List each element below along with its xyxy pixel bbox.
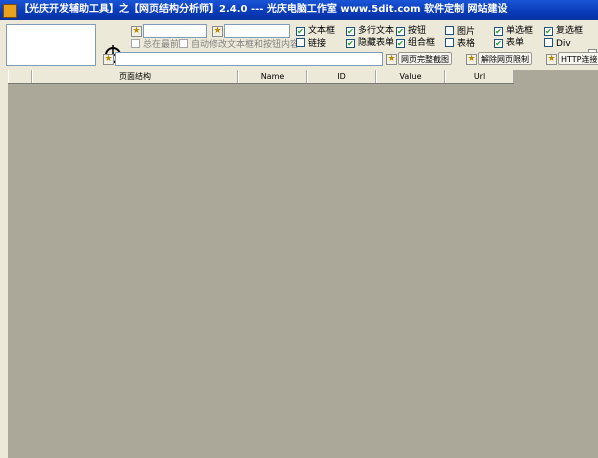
checkbox-combobox[interactable]: ✔ 组合框: [396, 38, 435, 49]
checkbox-label: Div: [556, 39, 571, 49]
full-page-screenshot-button[interactable]: 网页完整截图: [398, 52, 452, 65]
window-title: 【光庆开发辅助工具】之【网页结构分析师】2.4.0 --- 光庆电脑工作室 ww…: [19, 4, 508, 15]
grid-header: 页面结构 Name ID Value Url: [8, 70, 514, 84]
checkbox-multiline[interactable]: ✔ 多行文本: [346, 26, 394, 37]
checkbox-box: ✔: [494, 39, 503, 48]
checkbox-box: ✔: [396, 27, 405, 36]
checkbox-label: 单选框: [506, 26, 534, 36]
column-header-name[interactable]: Name: [238, 70, 307, 83]
text-input-1[interactable]: [143, 24, 207, 38]
app-icon: [3, 4, 17, 18]
checkbox-label: 隐藏表单: [358, 38, 395, 48]
checkbox-label: 组合框: [408, 38, 436, 48]
toolbar: ★ ★ 总在最前 自动修改文本框和按钮内容 ✔ 文本框 ✔ 多行文本 ✔ 按钮 图片 …: [0, 20, 598, 70]
structure-tree-grid[interactable]: 页面结构 Name ID Value Url: [8, 70, 598, 458]
checkbox-label: 图片: [457, 27, 476, 37]
checkbox-label: 表单: [506, 38, 525, 48]
http-connect-button[interactable]: HTTP连接: [558, 52, 598, 65]
star-icon[interactable]: ★: [386, 54, 397, 65]
checkbox-link[interactable]: 链接: [296, 38, 326, 49]
checkbox-radio[interactable]: ✔ 单选框: [494, 26, 533, 37]
checkbox-box: ✔: [346, 27, 355, 36]
always-on-top-label: 总在最前: [143, 40, 180, 50]
checkbox-box: ✔: [346, 39, 355, 48]
star-icon[interactable]: ★: [546, 54, 557, 65]
preview-box: [6, 24, 96, 66]
star-icon[interactable]: ★: [131, 26, 142, 37]
checkbox-label: 复选框: [556, 26, 584, 36]
checkbox-box: [445, 38, 454, 47]
checkbox-label: 链接: [308, 39, 327, 49]
star-icon[interactable]: ★: [103, 54, 114, 65]
auto-modify-checkbox[interactable]: 自动修改文本框和按钮内容: [179, 39, 299, 50]
checkbox-box: [544, 38, 553, 47]
checkbox-hidden-form[interactable]: ✔ 隐藏表单: [346, 38, 394, 49]
always-on-top-checkbox[interactable]: 总在最前: [131, 39, 179, 50]
star-icon[interactable]: ★: [466, 54, 477, 65]
checkbox-form[interactable]: ✔ 表单: [494, 38, 524, 49]
checkbox-checkbox[interactable]: ✔ 复选框: [544, 26, 583, 37]
checkbox-box: [131, 39, 140, 48]
column-header-blank[interactable]: [8, 70, 32, 83]
checkbox-button[interactable]: ✔ 按钮: [396, 26, 426, 37]
checkbox-box: ✔: [296, 27, 305, 36]
remove-restriction-button[interactable]: 解除网页限制: [478, 52, 532, 65]
title-bar[interactable]: 【光庆开发辅助工具】之【网页结构分析师】2.4.0 --- 光庆电脑工作室 ww…: [0, 0, 598, 20]
checkbox-box: [179, 39, 188, 48]
checkbox-table[interactable]: 表格: [445, 38, 475, 49]
checkbox-label: 文本框: [308, 26, 336, 36]
column-header-structure[interactable]: 页面结构: [32, 70, 238, 83]
checkbox-box: [296, 38, 305, 47]
checkbox-box: [445, 26, 454, 35]
text-input-2[interactable]: [224, 24, 290, 38]
left-margin: [0, 70, 8, 458]
checkbox-label: 表格: [457, 39, 476, 49]
checkbox-box: ✔: [494, 27, 503, 36]
column-header-url[interactable]: Url: [445, 70, 514, 83]
url-input[interactable]: [115, 52, 383, 66]
auto-modify-label: 自动修改文本框和按钮内容: [191, 40, 300, 50]
column-header-id[interactable]: ID: [307, 70, 376, 83]
column-header-value[interactable]: Value: [376, 70, 445, 83]
checkbox-box: ✔: [544, 27, 553, 36]
star-icon[interactable]: ★: [212, 26, 223, 37]
checkbox-textbox[interactable]: ✔ 文本框: [296, 26, 335, 37]
checkbox-image[interactable]: 图片: [445, 26, 475, 37]
checkbox-label: 按钮: [408, 26, 427, 36]
checkbox-div[interactable]: Div: [544, 38, 571, 49]
checkbox-box: ✔: [396, 39, 405, 48]
checkbox-label: 多行文本: [358, 26, 395, 36]
